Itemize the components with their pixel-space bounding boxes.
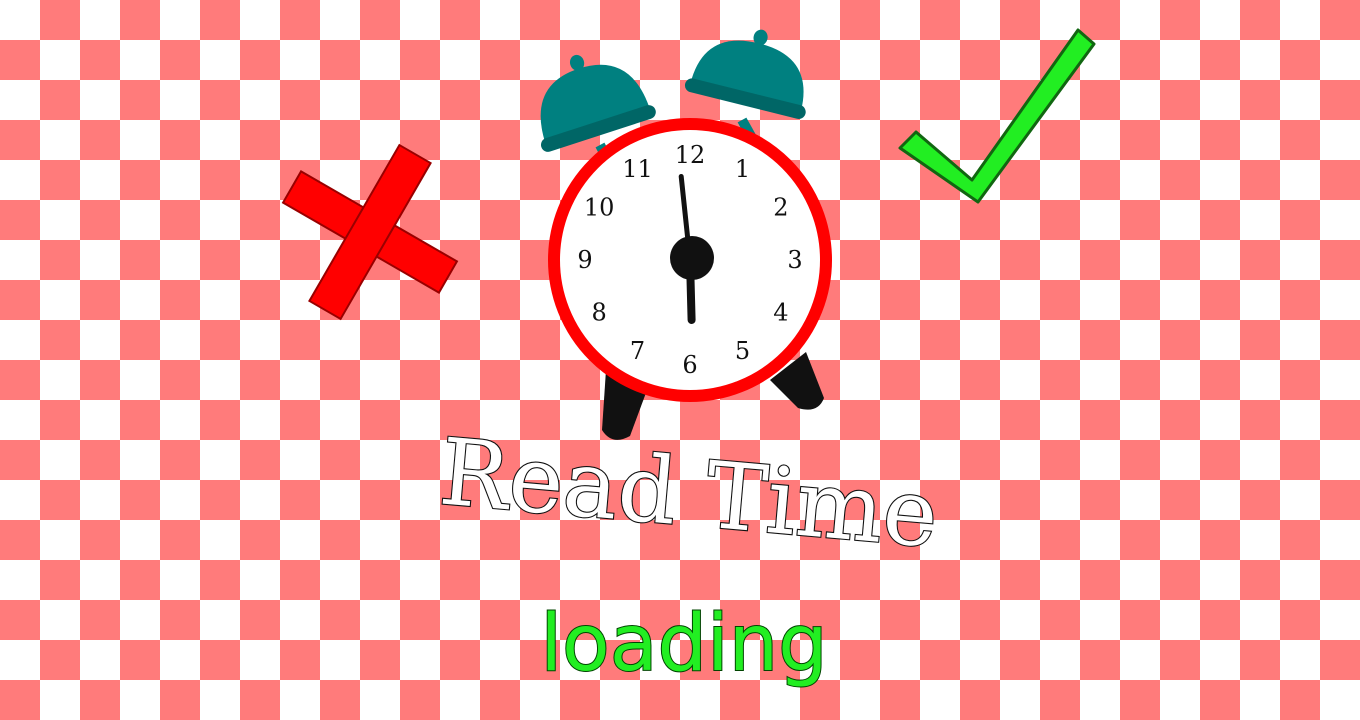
- clock-right-bell: [684, 29, 806, 119]
- loading-status: loading: [540, 599, 827, 689]
- clock-number: 6: [682, 351, 697, 379]
- clock-number: 9: [577, 246, 592, 274]
- game-title: Read Time: [436, 418, 943, 568]
- green-checkmark-icon[interactable]: [898, 28, 1096, 204]
- clock-number: 1: [735, 155, 750, 183]
- clock-number: 7: [630, 337, 645, 365]
- clock-number: 10: [584, 194, 615, 222]
- clock-number: 8: [591, 299, 606, 327]
- clock-center-pin: [670, 236, 714, 280]
- clock-number: 3: [787, 246, 802, 274]
- clock-number: 4: [773, 299, 788, 327]
- red-cross-icon[interactable]: [247, 109, 493, 355]
- clock-number: 11: [622, 155, 653, 183]
- loading-screen: 12 12 3 45 6 78 9 1011 Read Time loading: [247, 28, 1096, 690]
- alarm-clock-icon: 12 12 3 45 6 78 9 1011: [540, 29, 832, 440]
- clock-number: 2: [773, 194, 788, 222]
- clock-number: 12: [675, 141, 706, 169]
- clock-number: 5: [735, 337, 750, 365]
